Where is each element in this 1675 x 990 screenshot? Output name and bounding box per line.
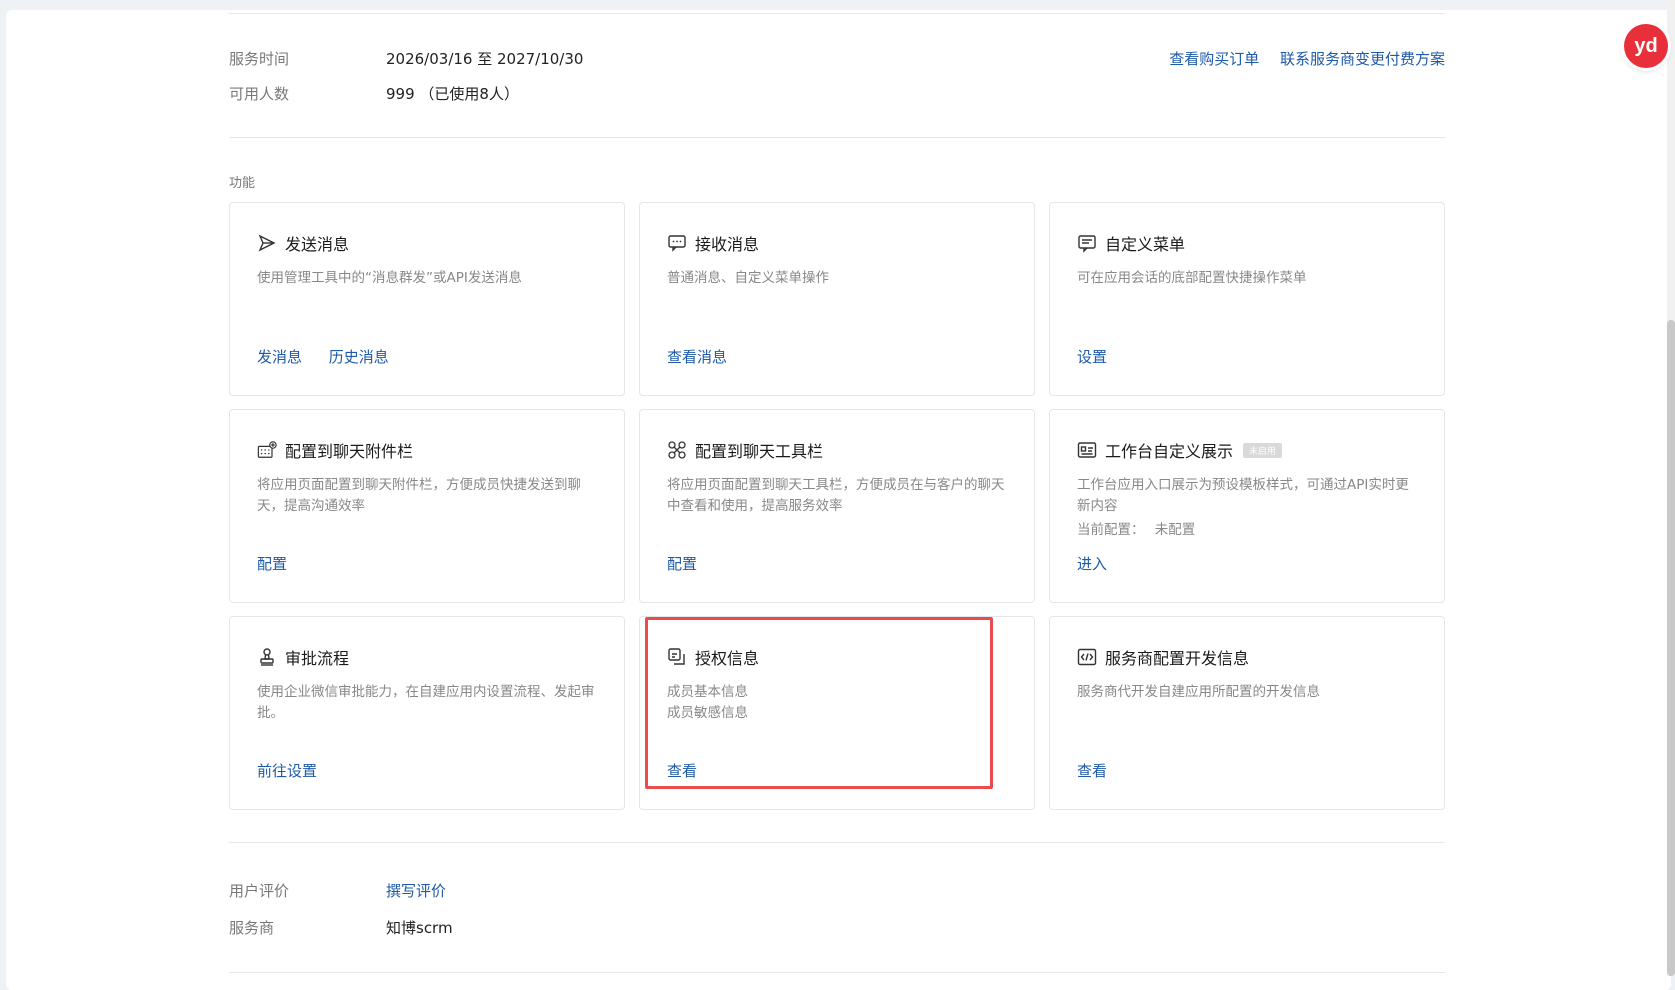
top-divider [229, 13, 1445, 14]
users-label: 可用人数 [229, 85, 290, 103]
write-review-link[interactable]: 撰写评价 [386, 880, 446, 901]
top-links: 查看购买订单 联系服务商变更付费方案 [1169, 48, 1445, 69]
card-description: 使用管理工具中的“消息群发”或API发送消息 [257, 270, 522, 286]
card-title: 接收消息 [695, 235, 760, 254]
provider-label: 服务商 [229, 919, 275, 937]
card-description: 使用企业微信审批能力，在自建应用内设置流程、发起审批。 [257, 684, 595, 721]
card-title: 审批流程 [285, 649, 350, 668]
attachment-bar-icon [257, 440, 277, 460]
service-time-label: 服务时间 [229, 50, 290, 68]
view-messages-link[interactable]: 查看消息 [667, 348, 727, 366]
card-title: 授权信息 [695, 649, 760, 668]
review-label: 用户评价 [229, 882, 290, 900]
card-workbench-display: 工作台自定义展示 未启用 工作台应用入口展示为预设模板样式，可通过API实时更新… [1049, 409, 1445, 603]
card-title: 配置到聊天工具栏 [695, 442, 824, 461]
card-title: 发送消息 [285, 235, 350, 254]
contact-provider-link[interactable]: 联系服务商变更付费方案 [1280, 50, 1445, 68]
scrollbar-track[interactable] [1667, 0, 1675, 976]
card-send-message: 发送消息 使用管理工具中的“消息群发”或API发送消息 发消息 历史消息 [229, 202, 625, 396]
card-custom-menu: 自定义菜单 可在应用会话的底部配置快捷操作菜单 设置 [1049, 202, 1445, 396]
card-description: 工作台应用入口展示为预设模板样式，可通过API实时更新内容 当前配置： 未配置 [1077, 475, 1419, 541]
card-provider-dev-info: 服务商配置开发信息 服务商代开发自建应用所配置的开发信息 查看 [1049, 616, 1445, 810]
features-divider [229, 842, 1445, 843]
member-basic-info: 成员基本信息 [667, 684, 748, 700]
send-message-link[interactable]: 发消息 [257, 348, 302, 366]
card-description: 将应用页面配置到聊天附件栏，方便成员快捷发送到聊天，提高沟通效率 [257, 477, 581, 514]
card-description-text: 工作台应用入口展示为预设模板样式，可通过API实时更新内容 [1077, 477, 1409, 514]
authorization-icon [667, 647, 687, 667]
stamp-icon [257, 647, 277, 667]
scrollbar-thumb[interactable] [1667, 320, 1675, 976]
view-orders-link[interactable]: 查看购买订单 [1169, 50, 1259, 68]
settings-link[interactable]: 设置 [1077, 348, 1107, 366]
current-config-value: 未配置 [1154, 522, 1196, 538]
feature-grid: 发送消息 使用管理工具中的“消息群发”或API发送消息 发消息 历史消息 接收消… [229, 202, 1445, 810]
configure-link[interactable]: 配置 [257, 555, 287, 573]
member-sensitive-info: 成员敏感信息 [667, 705, 748, 721]
current-config-label: 当前配置： [1077, 522, 1145, 538]
workbench-icon [1077, 440, 1097, 460]
card-title: 自定义菜单 [1105, 235, 1186, 254]
card-description: 可在应用会话的底部配置快捷操作菜单 [1077, 270, 1307, 286]
card-description: 服务商代开发自建应用所配置的开发信息 [1077, 684, 1320, 700]
users-value: 999 （已使用8人） [386, 85, 519, 103]
history-messages-link[interactable]: 历史消息 [329, 348, 389, 366]
provider-value: 知博scrm [386, 919, 453, 937]
footer-divider [229, 972, 1445, 973]
toolbar-icon [667, 440, 687, 460]
card-chat-toolbar: 配置到聊天工具栏 将应用页面配置到聊天工具栏，方便成员在与客户的聊天中查看和使用… [639, 409, 1035, 603]
yd-assistant-badge[interactable]: yd [1624, 24, 1668, 68]
card-authorization-info: 授权信息 成员基本信息 成员敏感信息 查看 [639, 616, 1035, 810]
go-settings-link[interactable]: 前往设置 [257, 762, 317, 780]
chat-bubble-icon [667, 233, 687, 253]
menu-icon [1077, 233, 1097, 253]
card-title: 服务商配置开发信息 [1105, 649, 1250, 668]
configure-link[interactable]: 配置 [667, 555, 697, 573]
view-link[interactable]: 查看 [1077, 762, 1107, 780]
card-receive-message: 接收消息 普通消息、自定义菜单操作 查看消息 [639, 202, 1035, 396]
card-chat-attachment-bar: 配置到聊天附件栏 将应用页面配置到聊天附件栏，方便成员快捷发送到聊天，提高沟通效… [229, 409, 625, 603]
code-icon [1077, 647, 1097, 667]
card-description: 成员基本信息 成员敏感信息 [667, 682, 1009, 724]
view-link[interactable]: 查看 [667, 762, 697, 780]
card-approval-flow: 审批流程 使用企业微信审批能力，在自建应用内设置流程、发起审批。 前往设置 [229, 616, 625, 810]
card-title: 工作台自定义展示 [1105, 442, 1234, 461]
send-icon [257, 233, 277, 253]
features-section-label: 功能 [229, 176, 256, 191]
service-time-value: 2026/03/16 至 2027/10/30 [386, 50, 584, 68]
card-description: 普通消息、自定义菜单操作 [667, 270, 829, 286]
enter-link[interactable]: 进入 [1077, 555, 1107, 573]
card-title: 配置到聊天附件栏 [285, 442, 414, 461]
info-divider [229, 137, 1445, 138]
status-badge: 未启用 [1243, 442, 1283, 458]
card-description: 将应用页面配置到聊天工具栏，方便成员在与客户的聊天中查看和使用，提高服务效率 [667, 477, 1005, 514]
